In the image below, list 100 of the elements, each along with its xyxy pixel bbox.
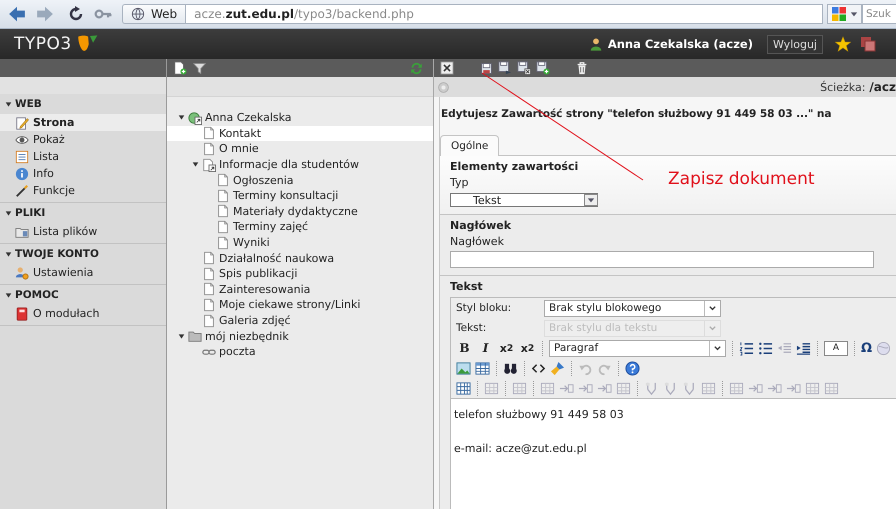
tree-node[interactable]: O mnie xyxy=(167,141,433,157)
italic-button[interactable]: I xyxy=(477,340,494,356)
tree-node[interactable]: Terminy konsultacji xyxy=(167,188,433,204)
section-heading: Tekst xyxy=(450,280,483,295)
new-page-icon[interactable] xyxy=(173,61,187,75)
special-character-button[interactable]: Ω xyxy=(861,340,872,356)
logout-button[interactable]: Wyloguj xyxy=(767,34,823,54)
caret-down-icon xyxy=(587,196,595,204)
table-split-icon[interactable] xyxy=(682,380,697,396)
chevron-down-icon xyxy=(713,344,722,352)
logo-text: TYPO3 xyxy=(14,34,72,54)
book-icon xyxy=(15,306,29,320)
globe-icon[interactable] xyxy=(876,340,892,356)
module-group-header[interactable]: TWOJE KONTO xyxy=(0,244,166,264)
block-format-select[interactable]: Paragraf xyxy=(549,340,726,356)
tree-node[interactable]: Galeria zdjęć xyxy=(167,312,433,328)
caret-down-icon[interactable] xyxy=(178,114,185,122)
page-icon xyxy=(202,126,216,140)
header-input-field[interactable] xyxy=(450,251,874,268)
module-menu-item[interactable]: Lista xyxy=(0,148,166,165)
trash-icon[interactable] xyxy=(575,61,589,75)
filter-icon[interactable] xyxy=(193,62,206,74)
table-split-icon[interactable] xyxy=(663,380,678,396)
section-heading: Elementy zawartości xyxy=(450,160,578,175)
user-settings-icon xyxy=(15,266,29,280)
paragraph-text: e-mail: acze@zut.edu.pl xyxy=(454,442,588,455)
numbered-list-icon[interactable] xyxy=(739,340,754,356)
module-menu-item[interactable]: Pokaż xyxy=(0,131,166,148)
tree-node[interactable]: mój niezbędnik xyxy=(167,328,433,344)
tab[interactable]: Ogólne xyxy=(440,135,500,156)
search-engine-button[interactable] xyxy=(827,4,862,24)
module-group-header[interactable]: WEB xyxy=(0,94,166,114)
module-menu-item[interactable]: Funkcje xyxy=(0,182,166,199)
table-icon[interactable] xyxy=(475,360,490,376)
path-value: /acz xyxy=(869,80,896,94)
tree-node[interactable]: poczta xyxy=(167,344,433,360)
reload-icon[interactable] xyxy=(68,6,84,22)
annotation-text: Zapisz dokument xyxy=(668,169,815,189)
save-close-icon[interactable] xyxy=(517,61,531,75)
brush-icon[interactable] xyxy=(550,360,565,376)
help-icon[interactable] xyxy=(625,360,640,376)
style-label: Tekst: xyxy=(456,322,488,334)
section-heading: Nagłówek xyxy=(450,219,512,234)
module-menu-item[interactable]: Info xyxy=(0,165,166,182)
user-name: Anna Czekalska (acze) xyxy=(608,37,753,51)
page-icon xyxy=(202,282,216,296)
colored-squares-icon xyxy=(831,6,847,22)
url-field[interactable]: acze.zut.edu.pl/typo3/backend.php xyxy=(185,4,823,24)
search-field[interactable]: Szuk xyxy=(862,4,896,24)
tree-node[interactable]: Materiały dydaktyczne xyxy=(167,204,433,220)
module-group-header[interactable]: POMOC xyxy=(0,285,166,305)
indent-icon[interactable] xyxy=(796,340,811,356)
table-split-icon[interactable] xyxy=(644,380,659,396)
module-group-header[interactable]: PLIKI xyxy=(0,203,166,223)
save-icon[interactable] xyxy=(480,62,493,74)
tree-node[interactable]: Ogłoszenia xyxy=(167,172,433,188)
wand-icon xyxy=(15,184,29,198)
module-menu-item[interactable]: Ustawienia xyxy=(0,264,166,281)
type-select[interactable]: Tekst xyxy=(450,193,598,207)
forward-arrow-icon[interactable] xyxy=(36,5,54,23)
page-icon xyxy=(202,142,216,156)
page-icon xyxy=(202,251,216,266)
star-icon[interactable] xyxy=(835,36,851,52)
field-label: Typ xyxy=(450,176,468,191)
save-view-icon[interactable] xyxy=(498,61,512,75)
tree-node[interactable]: Informacje dla studentów xyxy=(167,156,433,172)
refresh-icon[interactable] xyxy=(410,62,423,74)
site-identity-button[interactable]: Web xyxy=(122,4,186,24)
tree-node[interactable]: Wyniki xyxy=(167,234,433,250)
bold-button[interactable]: B xyxy=(456,340,473,356)
tree-node[interactable]: Anna Czekalska xyxy=(167,110,433,126)
module-menu-item[interactable]: Strona xyxy=(0,114,166,131)
user-icon xyxy=(588,37,603,51)
logo-icon xyxy=(76,34,98,54)
text-color-button[interactable]: A xyxy=(824,340,848,356)
text-editor-area[interactable]: telefon służbowy 91 449 58 03 e-mail: acze@zut.edu.pl xyxy=(451,398,896,509)
page-icon xyxy=(216,204,230,218)
circle-icon xyxy=(437,80,450,94)
tree-node[interactable]: Moje ciekawe strony/Linki xyxy=(167,297,433,313)
caret-down-icon[interactable] xyxy=(192,161,199,168)
close-icon[interactable] xyxy=(440,61,454,75)
module-menu-item[interactable]: Lista plików xyxy=(0,223,166,240)
page-icon xyxy=(202,266,216,281)
globe-page-icon xyxy=(188,110,202,125)
image-icon[interactable] xyxy=(456,360,471,376)
tree-node[interactable]: Terminy zajęć xyxy=(167,219,433,235)
module-menu-item[interactable]: O modułach xyxy=(0,305,166,322)
save-new-icon[interactable] xyxy=(536,61,550,75)
caret-down-icon[interactable] xyxy=(178,332,185,340)
stacked-squares-icon[interactable] xyxy=(860,36,876,52)
bullet-list-icon[interactable] xyxy=(758,340,773,356)
tree-node[interactable]: Działalność naukowa xyxy=(167,250,433,266)
table-grid-icon[interactable] xyxy=(456,380,471,396)
page-icon xyxy=(216,173,230,188)
tree-node[interactable]: Zainteresowania xyxy=(167,282,433,298)
chevron-down-icon xyxy=(708,304,717,312)
tree-node[interactable]: Spis publikacji xyxy=(167,266,433,282)
page-icon xyxy=(202,298,216,312)
style-select[interactable]: Brak stylu blokowego xyxy=(544,300,721,316)
back-arrow-icon[interactable] xyxy=(8,5,26,23)
